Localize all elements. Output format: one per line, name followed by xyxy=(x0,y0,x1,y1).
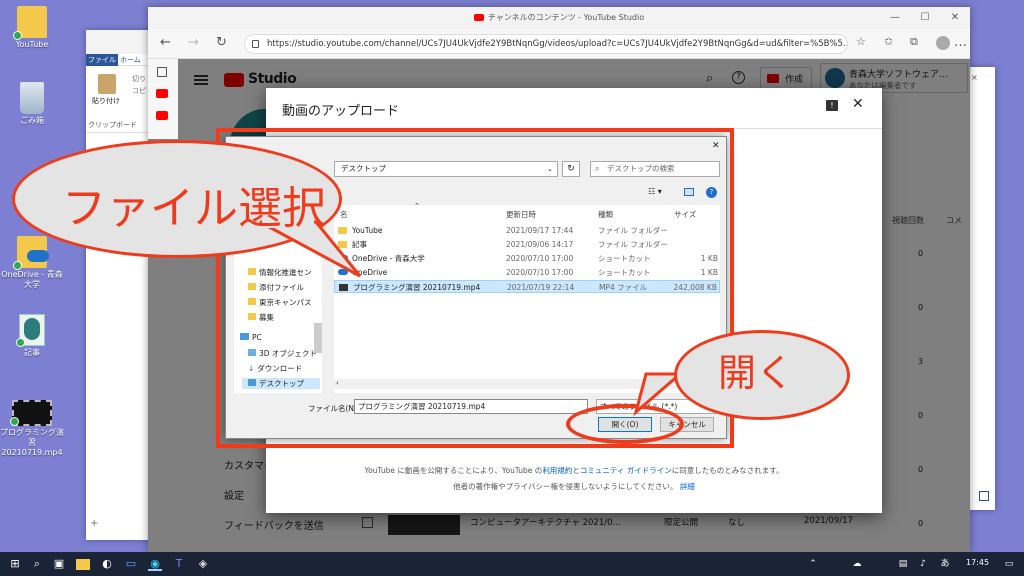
start-icon[interactable]: ⊞ xyxy=(8,557,22,571)
desktop-icon-label: 記事 xyxy=(24,348,40,357)
paste-label: 貼り付け xyxy=(92,97,120,105)
copyright-text: 他者の著作権やプライバシー権を侵害しないようにしてください。 詳細 xyxy=(453,482,695,491)
task-view-icon[interactable]: ▣ xyxy=(52,557,66,571)
word-ribbon-tabs: ファイル ホーム xyxy=(86,54,156,66)
clipboard-group-label: クリップボード xyxy=(88,121,137,129)
sidebar-youtube-icon[interactable] xyxy=(156,111,168,120)
edge-sidebar xyxy=(148,59,178,139)
system-tray-icon[interactable]: ⌃ xyxy=(806,557,820,571)
annotation-select-file: ファイル選択 xyxy=(62,183,326,234)
taskbar: ⊞ ⌕ ▣ ◐ ▭ ◉ T ◈ ⌃ ☁ ▤ ♪ あ 17:45 ▭ xyxy=(0,552,1024,576)
close-icon[interactable]: ✕ xyxy=(852,96,864,112)
browser-titlebar: チャンネルのコンテンツ - YouTube Studio xyxy=(148,7,970,29)
address-bar-row: ← → ↻ https://studio.youtube.com/channel… xyxy=(148,29,970,59)
details-link[interactable]: 詳細 xyxy=(680,482,695,491)
sidebar-youtube-icon[interactable] xyxy=(156,89,168,98)
word-window[interactable]: ファイル ホーム 貼り付け 切り コピ クリップボード + xyxy=(86,30,156,540)
desktop-icon-label: YouTube xyxy=(15,40,49,49)
feedback-icon[interactable]: ! xyxy=(826,100,838,111)
favorite-icon[interactable]: ☆ xyxy=(856,35,866,48)
video-file-icon xyxy=(10,400,52,426)
url-input[interactable]: https://studio.youtube.com/channel/UCs7J… xyxy=(244,34,848,54)
desktop-icon-article[interactable]: 記事 xyxy=(0,314,64,358)
close-window-button[interactable]: ✕ xyxy=(940,7,970,29)
app-icon[interactable]: ▭ xyxy=(124,557,138,571)
document-app-icon xyxy=(16,314,45,347)
cut-label: 切り xyxy=(132,75,146,83)
guidelines-link[interactable]: コミュニティ ガイドライン xyxy=(580,466,672,475)
terms-text: YouTube に動画を公開することにより、YouTube の利用規約とコミュニ… xyxy=(364,466,784,475)
desktop-icon-recycle-bin[interactable]: ごみ箱 xyxy=(0,82,64,126)
app-icon[interactable]: ◐ xyxy=(100,557,114,571)
ime-icon[interactable]: あ xyxy=(938,557,952,571)
favorites-bar-icon[interactable]: ✩ xyxy=(884,35,893,48)
onedrive-folder-icon xyxy=(13,236,49,270)
copy-label: コピ xyxy=(132,87,146,95)
desktop-icon-youtube[interactable]: YouTube xyxy=(0,6,64,50)
recycle-bin-icon xyxy=(20,82,44,114)
desktop-icon-video-file[interactable]: プログラミング演習 20210719.mp4 xyxy=(0,400,64,458)
word-titlebar xyxy=(86,30,156,54)
forward-icon[interactable]: → xyxy=(188,35,199,50)
sidebar-tabs-icon[interactable] xyxy=(157,67,167,77)
desktop-icon-label: OneDrive - 青森大学 xyxy=(1,270,63,289)
menu-dots-icon[interactable]: … xyxy=(954,35,967,50)
network-icon[interactable]: ▤ xyxy=(896,557,910,571)
file-explorer-icon[interactable] xyxy=(76,559,90,570)
refresh-icon[interactable]: ↻ xyxy=(216,35,227,50)
onedrive-tray-icon[interactable]: ☁ xyxy=(850,557,864,571)
youtube-tab-icon xyxy=(473,14,484,21)
desktop-icon-label: プログラミング演習 20210719.mp4 xyxy=(0,428,64,457)
notification-icon[interactable]: ▭ xyxy=(1002,557,1016,571)
desktop-icon-onedrive[interactable]: OneDrive - 青森大学 xyxy=(0,236,64,290)
scroll-indicator[interactable] xyxy=(979,491,989,501)
paste-icon[interactable] xyxy=(98,74,116,94)
upload-dialog-title: 動画のアップロード xyxy=(282,104,400,119)
lock-icon xyxy=(252,40,259,48)
terms-link[interactable]: 利用規約 xyxy=(542,466,572,475)
volume-icon[interactable]: ♪ xyxy=(916,557,930,571)
search-icon[interactable]: ⌕ xyxy=(30,557,44,571)
add-icon[interactable]: + xyxy=(90,518,98,529)
annotation-open: 開く xyxy=(718,351,795,395)
tab-file[interactable]: ファイル xyxy=(86,54,118,66)
minimize-button[interactable]: — xyxy=(880,7,910,29)
folder-icon xyxy=(13,6,47,40)
back-icon[interactable]: ← xyxy=(160,35,171,50)
teams-icon[interactable]: T xyxy=(172,557,186,571)
edge-icon[interactable]: ◉ xyxy=(148,557,162,571)
window-title: チャンネルのコンテンツ - YouTube Studio xyxy=(487,13,645,22)
maximize-button[interactable]: ☐ xyxy=(910,7,940,29)
tab-home[interactable]: ホーム xyxy=(120,54,141,66)
clock[interactable]: 17:45 xyxy=(966,558,989,567)
app-icon[interactable]: ◈ xyxy=(196,557,210,571)
profile-avatar[interactable] xyxy=(936,36,950,50)
desktop-icon-label: ごみ箱 xyxy=(20,116,44,125)
collections-icon[interactable]: ⧉ xyxy=(910,35,918,49)
